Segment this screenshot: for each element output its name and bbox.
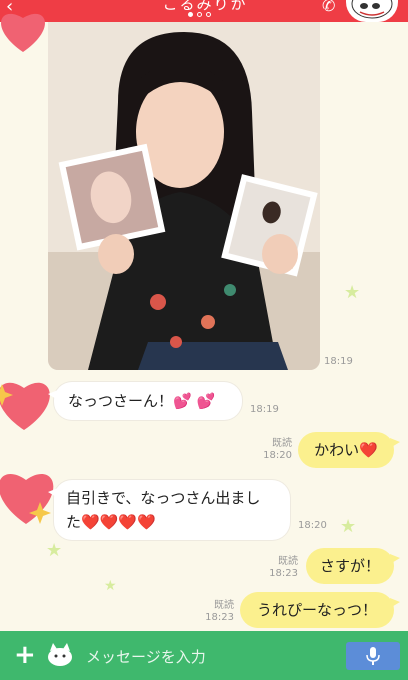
emoji: ❤️❤️❤️❤️ xyxy=(81,513,156,531)
phone-icon[interactable]: ✆ xyxy=(322,0,335,15)
read-receipt: 既読 18:23 xyxy=(205,600,234,623)
message-text: うれぴーなっつ！ xyxy=(256,601,377,619)
heart-decoration xyxy=(1,13,45,52)
message-text: かわい xyxy=(314,441,360,459)
timestamp: 18:20 xyxy=(298,520,327,531)
emoji: 💕 💕 xyxy=(173,392,216,410)
read-receipt: 既読 18:23 xyxy=(269,556,298,579)
heart-decoration xyxy=(0,382,50,430)
message-bubble[interactable]: 自引きで、なっつさん出まし た❤️❤️❤️❤️ xyxy=(48,480,290,540)
page-dot xyxy=(197,12,202,17)
page-indicator xyxy=(188,12,211,17)
star-decoration: ★ xyxy=(104,578,117,594)
star-decoration: ★ xyxy=(344,282,361,303)
chat-header: ‹ こるみりか ✆ xyxy=(0,0,408,22)
timestamp: 18:19 xyxy=(250,404,279,415)
message-bubble[interactable]: うれぴーなっつ！ xyxy=(240,592,400,628)
message-bubble[interactable]: さすが！ xyxy=(306,548,400,584)
page-dot xyxy=(206,12,211,17)
page-dot xyxy=(188,12,193,17)
star-decoration: ★ xyxy=(46,540,63,561)
character-avatar[interactable] xyxy=(346,0,398,22)
star-decoration: ★ xyxy=(340,516,357,537)
timestamp: 18:19 xyxy=(324,356,353,367)
message-bubble[interactable]: なっつさーん！💕 💕 xyxy=(48,382,242,420)
message-text: さすが！ xyxy=(320,557,381,575)
emoji: ❤️ xyxy=(359,441,378,459)
microphone-icon xyxy=(366,647,380,665)
chat-photo[interactable] xyxy=(48,22,320,370)
message-text: た xyxy=(66,513,82,531)
plus-icon[interactable]: + xyxy=(14,641,36,669)
message-text: なっつさーん！ xyxy=(68,392,174,410)
mic-button[interactable] xyxy=(346,642,400,670)
message-input[interactable]: メッセージを入力 xyxy=(86,646,206,667)
read-receipt: 既読 18:20 xyxy=(263,438,292,461)
sticker-icon[interactable] xyxy=(46,643,74,667)
message-bubble[interactable]: かわい❤️ xyxy=(298,432,400,468)
message-text: 自引きで、なっつさん出まし xyxy=(66,489,261,507)
input-bar: + メッセージを入力 xyxy=(0,631,408,680)
